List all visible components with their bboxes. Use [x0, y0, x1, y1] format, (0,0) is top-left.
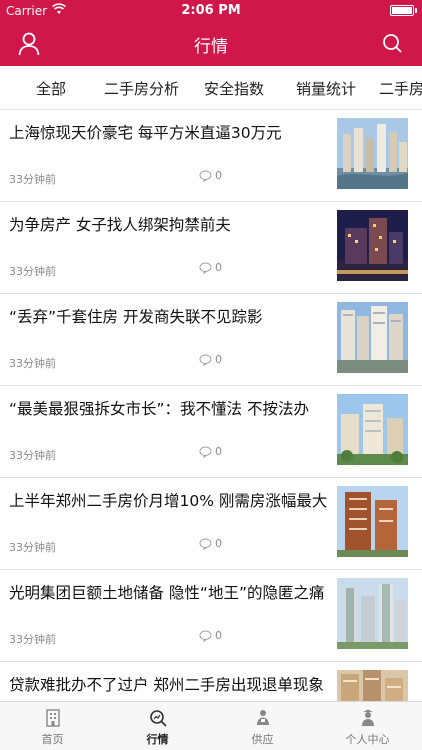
news-item[interactable]: 光明集团巨额土地储备 隐性“地王”的隐匿之痛 33分钟前 0: [0, 570, 422, 662]
news-item[interactable]: “丢弃”千套住房 开发商失联不见踪影 33分钟前 0: [0, 294, 422, 386]
news-item[interactable]: 上半年郑州二手房价月增10% 刚需房涨幅最大 33分钟前 0: [0, 478, 422, 570]
tab-safety-index[interactable]: 安全指数: [204, 78, 264, 99]
search-button[interactable]: [378, 30, 408, 58]
news-title: 为争房产 女子找人绑架拘禁前夫: [9, 216, 231, 234]
news-time: 33分钟前: [9, 173, 56, 186]
comment-count: 0: [199, 537, 222, 550]
news-title: 贷款难批办不了过户 郑州二手房出现退单现象: [9, 676, 324, 694]
news-item[interactable]: 上海惊现天价豪宅 每平方米直逼30万元 33分钟前 0: [0, 110, 422, 202]
comment-count-value: 0: [215, 629, 222, 642]
comment-icon: [199, 262, 212, 274]
tab-supply-label: 供应: [251, 733, 274, 746]
news-time: 33分钟前: [9, 449, 56, 462]
news-thumbnail: [337, 394, 408, 465]
tab-second-hand[interactable]: 二手房: [379, 78, 422, 99]
comment-icon: [199, 630, 212, 642]
battery-tip: [415, 8, 417, 13]
comment-count-value: 0: [215, 353, 222, 366]
news-time: 33分钟前: [9, 633, 56, 646]
news-time: 33分钟前: [9, 541, 56, 554]
news-title: 上半年郑州二手房价月增10% 刚需房涨幅最大: [9, 492, 328, 510]
tab-market[interactable]: 行情: [105, 702, 210, 750]
tab-profile-label: 个人中心: [345, 733, 390, 746]
news-thumbnail: [337, 578, 408, 649]
news-title: “丢弃”千套住房 开发商失联不见踪影: [9, 308, 263, 326]
category-tabs: 全部 二手房分析 安全指数 销量统计 二手房: [0, 66, 422, 110]
news-title: 上海惊现天价豪宅 每平方米直逼30万元: [9, 124, 282, 142]
search-icon: [383, 34, 402, 53]
clock: 2:06 PM: [181, 3, 241, 18]
news-item[interactable]: 贷款难批办不了过户 郑州二手房出现退单现象: [0, 662, 422, 701]
news-thumbnail: [337, 486, 408, 557]
tab-second-hand-analysis[interactable]: 二手房分析: [104, 78, 179, 99]
comment-count-value: 0: [215, 445, 222, 458]
news-thumbnail: [337, 118, 408, 189]
comment-icon: [199, 170, 212, 182]
building-icon: [46, 709, 60, 727]
comment-icon: [199, 446, 212, 458]
news-time: 33分钟前: [9, 357, 56, 370]
tab-all[interactable]: 全部: [36, 78, 66, 99]
comment-count: 0: [199, 445, 222, 458]
news-thumbnail: [337, 670, 408, 701]
trend-search-icon: [150, 710, 167, 727]
tab-supply[interactable]: 供应: [210, 702, 315, 750]
comment-count: 0: [199, 353, 222, 366]
news-time: 33分钟前: [9, 265, 56, 278]
news-list: 上海惊现天价豪宅 每平方米直逼30万元 33分钟前 0 为争房产 女子找人绑架拘…: [0, 110, 422, 701]
comment-icon: [199, 538, 212, 550]
status-bar: Carrier 2:06 PM: [0, 0, 422, 22]
battery-icon: [390, 5, 414, 16]
nav-bar: 行情: [0, 22, 422, 66]
news-item[interactable]: 为争房产 女子找人绑架拘禁前夫 33分钟前 0: [0, 202, 422, 294]
news-title: 光明集团巨额土地储备 隐性“地王”的隐匿之痛: [9, 584, 325, 602]
comment-count-value: 0: [215, 169, 222, 182]
page-title: 行情: [194, 37, 228, 57]
supply-icon: [257, 710, 269, 725]
comment-icon: [199, 354, 212, 366]
news-thumbnail: [337, 210, 408, 281]
comment-count: 0: [199, 629, 222, 642]
news-item[interactable]: “最美最狠强拆女市长”：我不懂法 不按法办 33分钟前 0: [0, 386, 422, 478]
tab-profile[interactable]: 个人中心: [315, 702, 420, 750]
bottom-tab-bar: 首页 行情 供应 个人中心: [0, 701, 422, 750]
news-thumbnail: [337, 302, 408, 373]
news-title: “最美最狠强拆女市长”：我不懂法 不按法办: [9, 400, 309, 418]
tab-home[interactable]: 首页: [0, 702, 105, 750]
comment-count-value: 0: [215, 261, 222, 274]
person-icon: [362, 709, 374, 726]
tab-market-label: 行情: [146, 733, 169, 746]
comment-count: 0: [199, 169, 222, 182]
comment-count-value: 0: [215, 537, 222, 550]
comment-count: 0: [199, 261, 222, 274]
tab-home-label: 首页: [41, 733, 64, 746]
tab-sales-stats[interactable]: 销量统计: [296, 78, 356, 99]
